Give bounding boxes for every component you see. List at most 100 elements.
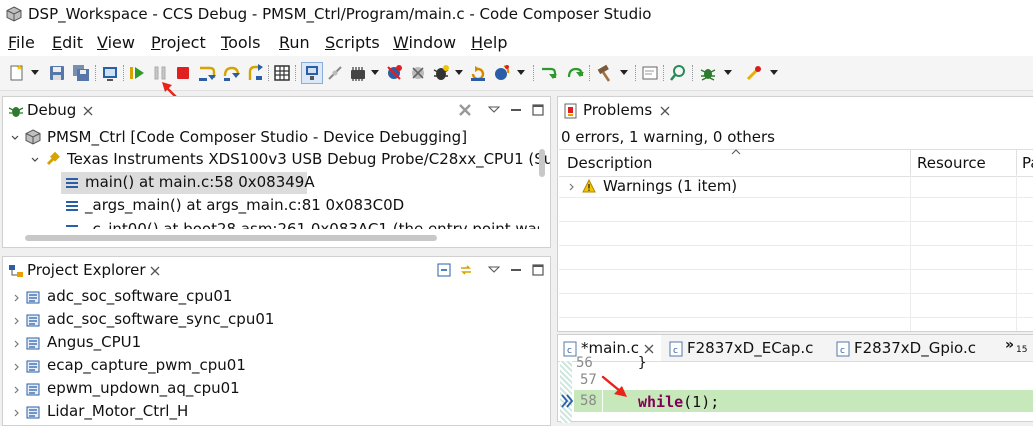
svg-text:c: c: [567, 346, 572, 356]
chevron-right-icon[interactable]: [13, 409, 21, 417]
menu-run[interactable]: Run: [279, 33, 310, 52]
minimize-icon[interactable]: [509, 103, 523, 117]
code-line-58[interactable]: while(1);: [638, 393, 719, 411]
close-icon[interactable]: [83, 106, 93, 116]
toolbar-separator: [635, 65, 637, 81]
debug-session-label[interactable]: PMSM_Ctrl [Code Composer Studio - Device…: [47, 128, 467, 150]
problems-view: Problems 0 errors, 1 warning, 0 others D…: [557, 96, 1033, 332]
load-dropdown-icon[interactable]: [371, 70, 379, 75]
maximize-icon[interactable]: [531, 263, 545, 277]
save-icon[interactable]: [48, 64, 66, 82]
connect-target-icon[interactable]: [301, 62, 323, 84]
external-tools-icon[interactable]: [745, 64, 763, 82]
project-item[interactable]: ecap_capture_pwm_cpu01: [47, 356, 246, 378]
debug-config-icon[interactable]: [699, 64, 717, 82]
new-icon[interactable]: [8, 64, 26, 82]
horizontal-scrollbar[interactable]: [25, 235, 437, 241]
restart-icon[interactable]: [493, 64, 511, 82]
menu-help[interactable]: Help: [471, 33, 507, 52]
assembly-step-over-icon[interactable]: [566, 64, 584, 82]
vertical-scrollbar[interactable]: [539, 149, 545, 177]
debug-config-dropdown-icon[interactable]: [724, 70, 732, 75]
warning-icon: [582, 179, 596, 193]
stack-frame-main[interactable]: main() at main.c:58 0x08349A: [85, 173, 315, 195]
search-icon[interactable]: [669, 64, 687, 82]
chevron-right-icon[interactable]: [13, 294, 21, 302]
save-all-icon[interactable]: [72, 64, 90, 82]
menu-file[interactable]: File: [8, 33, 35, 52]
step-into-icon[interactable]: [198, 64, 216, 82]
chevron-down-icon[interactable]: [31, 156, 39, 164]
column-divider[interactable]: [1016, 150, 1017, 176]
debug-probe-label[interactable]: Texas Instruments XDS100v3 USB Debug Pro…: [67, 150, 550, 172]
menu-project[interactable]: Project: [151, 33, 206, 52]
project-item[interactable]: adc_soc_software_sync_cpu01: [47, 310, 274, 332]
code-line-56[interactable]: }: [638, 355, 646, 369]
tab-overflow-button[interactable]: » 15: [1003, 335, 1033, 361]
column-resource[interactable]: Resource: [917, 154, 986, 172]
link-with-editor-icon[interactable]: [459, 263, 473, 277]
view-menu-icon[interactable]: [487, 263, 501, 277]
svg-text:c: c: [673, 346, 678, 356]
new-dropdown-icon[interactable]: [31, 70, 39, 75]
project-item[interactable]: Lidar_Motor_Ctrl_H: [47, 402, 188, 424]
project-folder-icon: [26, 406, 40, 419]
view-menu-icon[interactable]: [487, 103, 501, 117]
stack-frame-args-main[interactable]: _args_main() at args_main.c:81 0x083C0D: [85, 196, 404, 218]
column-divider[interactable]: [910, 150, 911, 176]
close-icon[interactable]: [150, 266, 160, 276]
tab-project-explorer[interactable]: Project Explorer: [3, 257, 168, 283]
menu-tools[interactable]: Tools: [221, 33, 260, 52]
tab-f2837xd-gpio[interactable]: c F2837xD_Gpio.c: [833, 335, 993, 361]
memory-grid-icon[interactable]: [273, 64, 291, 82]
tab-label: Project Explorer: [27, 261, 146, 279]
chevron-down-icon[interactable]: [11, 134, 19, 142]
project-item[interactable]: Angus_CPU1: [47, 333, 141, 355]
column-description[interactable]: Description: [567, 154, 652, 172]
minimize-icon[interactable]: [509, 263, 523, 277]
chevron-right-icon[interactable]: [13, 340, 21, 348]
restart-dropdown-icon[interactable]: [517, 70, 525, 75]
disconnect-icon[interactable]: [326, 64, 344, 82]
project-folder-icon: [26, 314, 40, 327]
resume-icon[interactable]: [128, 64, 146, 82]
external-tools-dropdown-icon[interactable]: [770, 70, 778, 75]
project-item[interactable]: adc_soc_software_cpu01: [47, 287, 232, 309]
assembly-step-into-icon[interactable]: [540, 64, 558, 82]
debug-bug-icon[interactable]: [432, 64, 450, 82]
menu-window[interactable]: Window: [393, 33, 456, 52]
reset-cpu-icon[interactable]: [469, 64, 487, 82]
menu-edit[interactable]: Edit: [52, 33, 83, 52]
menu-view[interactable]: View: [97, 33, 135, 52]
maximize-icon[interactable]: [531, 103, 545, 117]
remove-all-terminated-icon[interactable]: [458, 103, 472, 117]
window-title: DSP_Workspace - CCS Debug - PMSM_Ctrl/Pr…: [28, 5, 652, 23]
stack-frame-c-int00[interactable]: _c_int00() at boot28.asm:261 0x083AC1 (t…: [85, 221, 539, 229]
build-hammer-icon[interactable]: [595, 64, 613, 82]
menu-view-mnemonic: V: [97, 33, 108, 52]
chevron-right-icon[interactable]: [13, 386, 21, 394]
chevron-right-icon[interactable]: [13, 363, 21, 371]
menu-scripts[interactable]: Scripts: [325, 33, 380, 52]
debug-dropdown-icon[interactable]: [455, 70, 463, 75]
step-return-icon[interactable]: [246, 64, 264, 82]
tab-problems[interactable]: Problems: [558, 97, 678, 123]
chevron-right-icon[interactable]: [13, 317, 21, 325]
remove-breakpoints-icon[interactable]: [409, 64, 427, 82]
warnings-group[interactable]: Warnings (1 item): [603, 177, 737, 199]
console-view-icon[interactable]: [641, 64, 659, 82]
close-icon[interactable]: [660, 106, 670, 116]
chevron-right-icon[interactable]: [568, 183, 576, 191]
column-path[interactable]: Pa: [1022, 154, 1033, 172]
tab-debug[interactable]: Debug: [3, 97, 101, 123]
tab-f2837xd-ecap[interactable]: c F2837xD_ECap.c: [666, 335, 826, 361]
terminal-icon[interactable]: [101, 64, 119, 82]
project-item[interactable]: epwm_updown_aq_cpu01: [47, 379, 240, 401]
build-dropdown-icon[interactable]: [620, 70, 628, 75]
toolbar-separator: [123, 65, 125, 81]
close-icon[interactable]: [644, 344, 654, 354]
load-program-icon[interactable]: [349, 64, 367, 82]
breakpoint-icon[interactable]: [385, 64, 403, 82]
collapse-all-icon[interactable]: [437, 263, 451, 277]
step-over-icon[interactable]: [222, 64, 240, 82]
